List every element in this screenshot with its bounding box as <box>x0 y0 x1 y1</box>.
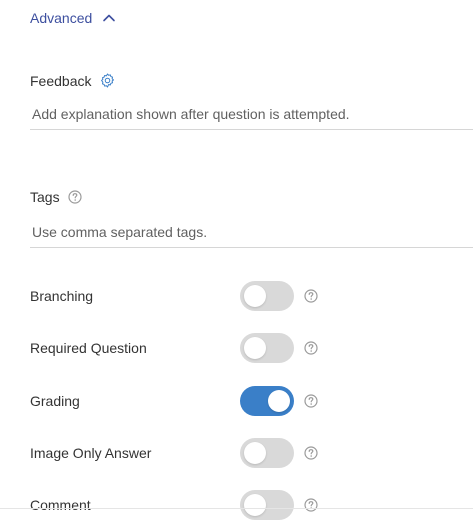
help-icon[interactable] <box>304 394 318 408</box>
tags-input[interactable] <box>30 217 473 248</box>
feedback-label-row: Feedback <box>30 72 116 89</box>
chevron-up-icon <box>103 14 116 22</box>
toggle-knob <box>244 285 266 307</box>
toggle-switch-image-only-answer[interactable] <box>240 438 294 468</box>
feedback-input[interactable] <box>30 99 473 130</box>
help-icon[interactable] <box>67 190 82 204</box>
advanced-toggle[interactable]: Advanced <box>30 10 116 26</box>
toggle-knob <box>244 337 266 359</box>
advanced-label: Advanced <box>30 10 93 26</box>
help-icon[interactable] <box>304 289 318 303</box>
toggle-label-grading: Grading <box>30 393 80 409</box>
toggle-row-grading: Grading <box>30 385 473 417</box>
bottom-divider <box>0 508 473 509</box>
toggle-switch-comment[interactable] <box>240 490 294 520</box>
toggle-row-required-question: Required Question <box>30 332 473 364</box>
toggle-knob <box>268 390 290 412</box>
toggle-switch-branching[interactable] <box>240 281 294 311</box>
help-icon[interactable] <box>304 498 318 512</box>
gear-icon[interactable] <box>99 72 116 89</box>
toggle-switch-grading[interactable] <box>240 386 294 416</box>
toggle-knob <box>244 494 266 516</box>
toggle-row-branching: Branching <box>30 280 473 312</box>
tags-label-row: Tags <box>30 189 82 205</box>
feedback-label: Feedback <box>30 72 92 89</box>
toggle-label-branching: Branching <box>30 288 94 304</box>
toggle-row-comment: Comment <box>30 489 473 521</box>
toggle-switch-required-question[interactable] <box>240 333 294 363</box>
help-icon[interactable] <box>304 341 318 355</box>
toggle-label-comment: Comment <box>30 497 91 513</box>
help-icon[interactable] <box>304 446 318 460</box>
toggle-knob <box>244 442 266 464</box>
toggle-label-image-only-answer: Image Only Answer <box>30 445 152 461</box>
toggle-label-required-question: Required Question <box>30 340 147 356</box>
tags-label: Tags <box>30 189 60 205</box>
toggle-row-image-only-answer: Image Only Answer <box>30 437 473 469</box>
